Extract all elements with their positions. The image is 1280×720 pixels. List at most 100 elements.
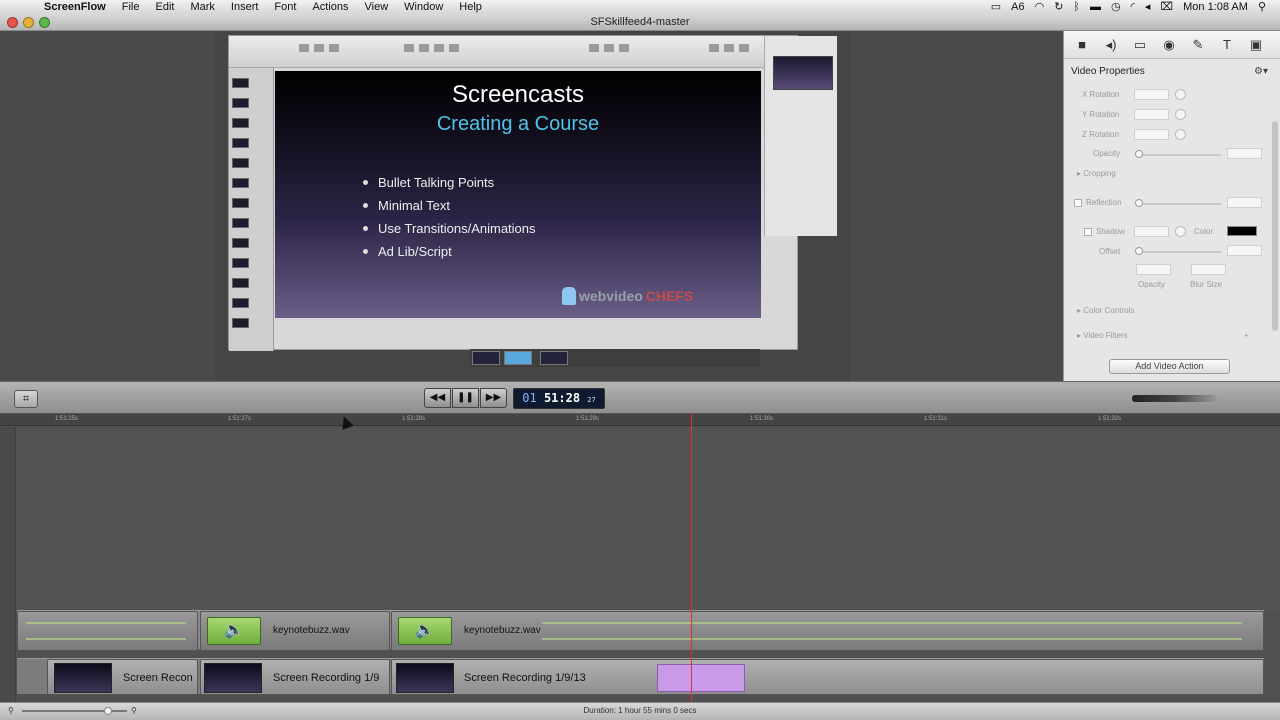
video-clip[interactable]: Screen Recording 1/9/13 xyxy=(391,659,1264,695)
video-thumbnail xyxy=(54,663,112,693)
menu-app-screenflow[interactable]: ScreenFlow xyxy=(36,0,114,14)
menu-window[interactable]: Window xyxy=(396,0,451,14)
reflection-label: Reflection xyxy=(1086,198,1122,207)
reflection-checkbox[interactable] xyxy=(1074,199,1082,207)
properties-tabs: ■ ◂) ▭ ◉ ✎ T ▣ xyxy=(1064,31,1280,59)
shadow-opacity-field[interactable] xyxy=(1136,264,1171,275)
bluetooth-icon[interactable]: ᛒ xyxy=(1073,0,1080,14)
offset-label: Offset xyxy=(1099,247,1121,256)
timeline-ruler[interactable]: 1:51:25s 1:51:27s 1:51:28s 1:51:29s 1:51… xyxy=(0,414,1280,426)
display-icon[interactable]: ▭ xyxy=(991,0,1001,14)
menu-help[interactable]: Help xyxy=(451,0,490,14)
text-tab-icon[interactable]: T xyxy=(1217,36,1237,54)
opacity-slider-thumb[interactable] xyxy=(1135,150,1143,158)
audio-clip[interactable]: 🔈 keynotebuzz.wav xyxy=(391,611,1264,651)
time-machine-icon[interactable]: ◷ xyxy=(1111,0,1121,14)
wifi-icon[interactable]: ◜ xyxy=(1131,0,1135,14)
bullet-dot-icon xyxy=(363,180,368,185)
keyboard-icon[interactable]: ⌧ xyxy=(1160,0,1173,14)
video-clip[interactable]: Screen Recon xyxy=(47,659,198,695)
cropping-disclosure[interactable]: ▸ Cropping xyxy=(1077,169,1116,178)
ruler-tick: 1:51:27s xyxy=(228,416,252,422)
chef-hat-icon xyxy=(562,287,576,305)
menu-file[interactable]: File xyxy=(114,0,148,14)
x-rotation-dial[interactable] xyxy=(1175,89,1186,100)
shadow-checkbox[interactable] xyxy=(1084,228,1092,236)
z-rotation-field[interactable] xyxy=(1134,129,1169,140)
ruler-tick: 1:51:25s xyxy=(55,416,79,422)
bullet-dot-icon xyxy=(363,203,368,208)
playhead[interactable] xyxy=(691,414,692,707)
ruler-tick: 1:51:31s xyxy=(924,416,948,422)
shadow-color-swatch[interactable] xyxy=(1227,226,1257,236)
canvas-area[interactable]: Screencasts Creating a Course Bullet Tal… xyxy=(0,31,1063,381)
pause-icon[interactable]: ❚❚ xyxy=(452,388,479,408)
audio-clip[interactable] xyxy=(17,611,198,651)
annotations-tab-icon[interactable]: ✎ xyxy=(1188,36,1208,54)
shadow-opacity-label: Opacity xyxy=(1138,280,1166,289)
menu-mark[interactable]: Mark xyxy=(182,0,222,14)
media-library-tab-icon[interactable]: ▣ xyxy=(1246,36,1266,54)
adobe-icon[interactable]: A6 xyxy=(1011,0,1024,14)
video-properties-tab-icon[interactable]: ■ xyxy=(1072,36,1092,54)
audio-properties-tab-icon[interactable]: ◂) xyxy=(1101,36,1121,54)
reflection-slider[interactable] xyxy=(1139,203,1221,205)
add-filter-icon[interactable]: + xyxy=(1244,331,1249,340)
volume-icon[interactable]: ◂ xyxy=(1145,0,1151,14)
y-rotation-dial[interactable] xyxy=(1175,109,1186,120)
shadow-label: Shadow xyxy=(1096,227,1125,236)
audio-track[interactable]: 🔈 keynotebuzz.wav 🔈 keynotebuzz.wav xyxy=(17,610,1264,651)
spotlight-search-icon[interactable]: ⚲ xyxy=(1258,0,1266,14)
audio-clip[interactable]: 🔈 keynotebuzz.wav xyxy=(200,611,390,651)
adobe-count: 6 xyxy=(1018,1,1025,13)
video-filters-disclosure[interactable]: ▸ Video Filters xyxy=(1077,331,1128,340)
reflection-field[interactable] xyxy=(1227,197,1262,208)
selected-callout-clip[interactable] xyxy=(657,664,745,692)
sync-icon[interactable]: ↻ xyxy=(1054,0,1063,14)
bullet-dot-icon xyxy=(363,249,368,254)
opacity-slider[interactable] xyxy=(1139,154,1221,156)
shadow-dial[interactable] xyxy=(1175,226,1186,237)
offset-field[interactable] xyxy=(1227,245,1262,256)
menu-insert[interactable]: Insert xyxy=(223,0,267,14)
video-clip[interactable]: Screen Recording 1/9 xyxy=(200,659,390,695)
opacity-field[interactable] xyxy=(1227,148,1262,159)
slide-bullets: Bullet Talking Points Minimal Text Use T… xyxy=(363,171,536,263)
shadow-field[interactable] xyxy=(1134,226,1169,237)
gear-icon[interactable]: ⚙▾ xyxy=(1254,66,1268,77)
clock[interactable]: Mon 1:08 AM xyxy=(1183,0,1248,14)
slide-bullet: Use Transitions/Animations xyxy=(363,217,536,240)
reflection-slider-thumb[interactable] xyxy=(1135,199,1143,207)
empty-tracks[interactable] xyxy=(0,427,1280,612)
recorded-toolbar xyxy=(229,36,797,68)
timeline[interactable]: 1:51:25s 1:51:27s 1:51:28s 1:51:29s 1:51… xyxy=(0,414,1280,702)
video-clip-name: Screen Recon xyxy=(123,672,193,684)
y-rotation-field[interactable] xyxy=(1134,109,1169,120)
menu-actions[interactable]: Actions xyxy=(304,0,356,14)
audio-clip-name: keynotebuzz.wav xyxy=(464,625,541,636)
speaker-icon: 🔈 xyxy=(398,617,452,645)
menu-edit[interactable]: Edit xyxy=(147,0,182,14)
z-rotation-dial[interactable] xyxy=(1175,129,1186,140)
screen-recording-tab-icon[interactable]: ▭ xyxy=(1130,36,1150,54)
menu-view[interactable]: View xyxy=(357,0,397,14)
canvas-filmstrip xyxy=(470,349,760,367)
video-track[interactable]: Screen Recon Screen Recording 1/9 Screen… xyxy=(17,658,1264,695)
ruler-tick: 1:51:30s xyxy=(750,416,774,422)
audio-clip-name: keynotebuzz.wav xyxy=(273,625,350,636)
properties-scrollbar[interactable] xyxy=(1272,121,1278,331)
offset-slider[interactable] xyxy=(1139,251,1221,253)
menu-font[interactable]: Font xyxy=(266,0,304,14)
add-video-action-button[interactable]: Add Video Action xyxy=(1109,359,1230,374)
headphones-icon[interactable]: ◠ xyxy=(1035,0,1045,14)
offset-slider-thumb[interactable] xyxy=(1135,247,1143,255)
fast-forward-icon[interactable]: ▶▶ xyxy=(480,388,507,408)
crop-icon[interactable]: ⌗ xyxy=(14,390,38,408)
color-controls-disclosure[interactable]: ▸ Color Controls xyxy=(1077,306,1134,315)
x-rotation-field[interactable] xyxy=(1134,89,1169,100)
shadow-blur-field[interactable] xyxy=(1191,264,1226,275)
callout-tab-icon[interactable]: ◉ xyxy=(1159,36,1179,54)
battery-icon[interactable]: ▬ xyxy=(1090,0,1101,14)
timecode-display: 01 51:28 27 xyxy=(513,388,605,409)
rewind-icon[interactable]: ◀◀ xyxy=(424,388,451,408)
